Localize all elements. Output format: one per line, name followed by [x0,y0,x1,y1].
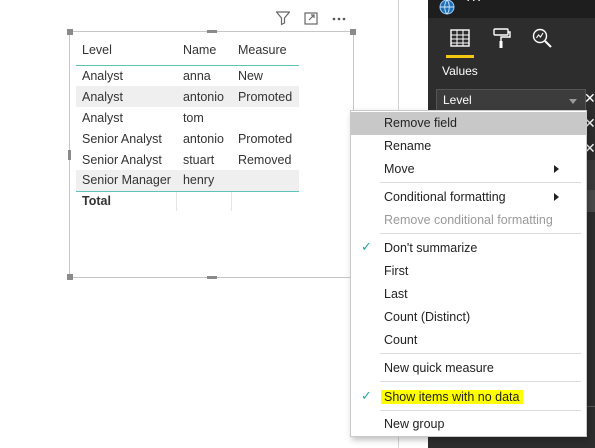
cell-level: Senior Manager [76,170,177,191]
resize-handle-top-left[interactable] [67,29,73,35]
cell-level: Analyst [76,86,177,107]
menu-item-label: Count (Distinct) [384,310,471,324]
table-total-row: Total [76,190,299,211]
menu-item-new-group[interactable]: New group [351,413,586,436]
menu-item-remove-field[interactable]: Remove field [351,112,586,135]
menu-item-remove-conditional-formatting: Remove conditional formatting [351,209,586,232]
menu-item-conditional-formatting[interactable]: Conditional formatting [351,186,586,209]
table-row: Analyst antonio Promoted [76,86,299,107]
menu-item-label: Count [384,333,418,347]
menu-item-label: Last [384,287,408,301]
menu-item-label: Conditional formatting [384,190,506,204]
pane-tabs [428,18,595,60]
cell-level: Analyst [82,68,123,83]
cell-name: henry [176,170,232,191]
visual-header [274,8,348,28]
column-header-measure[interactable]: Measure [231,38,299,66]
menu-item-label: First [384,264,409,278]
cell-level: Senior Analyst [82,152,162,167]
values-section-label: Values [442,64,478,78]
cell-name: stuart [182,152,215,167]
total-cell-measure [231,190,299,211]
table-row: Senior Manager henry [76,170,299,191]
cell-measure: New [237,68,263,83]
menu-item-last[interactable]: Last [351,283,586,306]
cell-measure: Promoted [231,86,299,107]
cell-level: Analyst [82,110,123,125]
more-options-icon[interactable] [330,9,348,27]
filter-icon[interactable] [274,9,292,27]
menu-item-label: Move [384,162,415,176]
level-field-well[interactable]: Level [436,89,586,111]
report-canvas: Level Name Measure Analyst anna New Anal… [0,0,398,448]
cell-measure: Promoted [237,131,293,146]
menu-item-label: Don't summarize [384,241,478,255]
table-visual[interactable]: Level Name Measure Analyst anna New Anal… [67,29,356,280]
menu-separator [380,410,581,411]
format-paint-roller-icon[interactable] [487,24,515,52]
menu-separator [380,182,581,183]
menu-item-label: Rename [384,139,432,153]
analytics-magnifier-icon[interactable] [528,24,556,52]
cell-measure [232,107,299,128]
more-visuals-icon[interactable]: ··· [466,0,482,9]
menu-item-new-quick-measure[interactable]: New quick measure [351,357,586,380]
resize-handle-top-right[interactable] [350,29,356,35]
menu-item-dont-summarize[interactable]: ✓ Don't summarize [351,237,586,260]
menu-item-label: Remove field [384,116,457,130]
menu-separator [380,381,581,382]
table-row: Senior Analyst stuart Removed [76,149,299,170]
focus-mode-icon[interactable] [302,9,320,27]
resize-handle-left[interactable] [68,150,71,160]
submenu-arrow-icon [554,193,559,201]
chevron-down-icon[interactable] [569,99,577,104]
check-icon: ✓ [361,389,372,404]
field-well-label: Level [443,93,472,107]
cell-measure [231,170,299,191]
menu-item-first[interactable]: First [351,260,586,283]
menu-item-label: Remove conditional formatting [384,213,553,227]
cell-name: antonio [182,131,224,146]
menu-item-count[interactable]: Count [351,329,586,352]
data-table: Level Name Measure Analyst anna New Anal… [76,38,299,211]
submenu-arrow-icon [554,165,559,173]
menu-separator [380,353,581,354]
field-context-menu: Remove field Rename Move Conditional for… [350,110,587,437]
pane-top-strip: ··· [428,0,595,18]
total-cell-name [176,190,232,211]
fields-tab-icon[interactable] [446,24,474,52]
cell-name: tom [182,110,204,125]
table-header-row: Level Name Measure [76,38,299,66]
column-header-level[interactable]: Level [76,38,177,66]
resize-handle-bottom-left[interactable] [67,274,73,280]
menu-item-label: New group [384,417,445,431]
menu-item-rename[interactable]: Rename [351,135,586,158]
menu-item-label: Show items with no data [381,390,523,404]
resize-handle-top[interactable] [207,30,217,33]
total-label: Total [76,190,177,211]
table-row: Analyst anna New [76,65,299,86]
check-icon: ✓ [361,240,372,255]
menu-item-move[interactable]: Move [351,158,586,181]
table-row: Analyst tom [76,107,299,128]
cell-measure: Removed [237,152,292,167]
table-row: Senior Analyst antonio Promoted [76,128,299,149]
column-header-name[interactable]: Name [176,38,232,66]
globe-visual-icon[interactable] [438,0,456,20]
menu-item-show-items-with-no-data[interactable]: ✓ Show items with no data [351,386,586,409]
close-icon[interactable]: ✕ [584,91,595,107]
active-tab-indicator [446,55,474,58]
menu-item-label: New quick measure [384,361,494,375]
cell-level: Senior Analyst [82,131,162,146]
menu-separator [380,233,581,234]
cell-name: anna [182,68,211,83]
resize-handle-bottom[interactable] [207,276,217,279]
menu-item-count-distinct[interactable]: Count (Distinct) [351,306,586,329]
cell-name: antonio [176,86,232,107]
